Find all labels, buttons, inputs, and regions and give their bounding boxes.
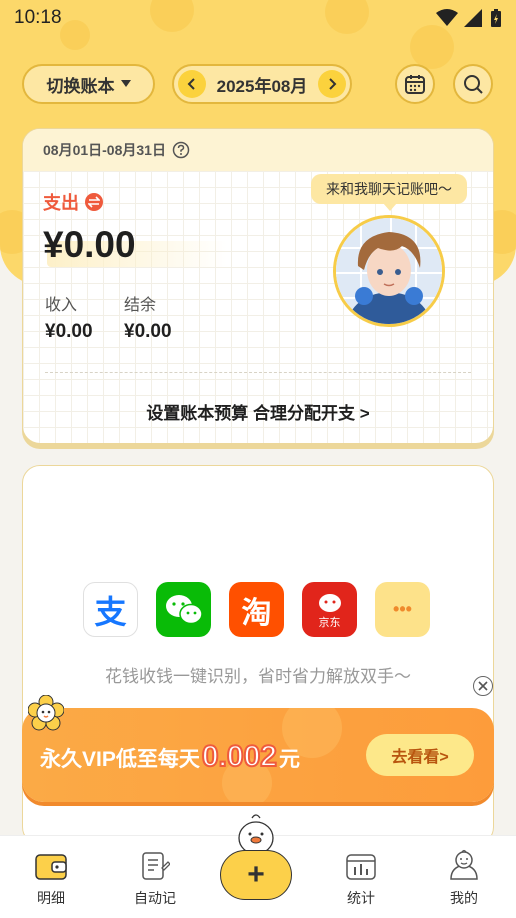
calendar-icon <box>405 75 425 94</box>
add-record-button[interactable]: + <box>220 850 292 900</box>
status-time: 10:18 <box>14 7 62 28</box>
card-divider <box>45 372 471 373</box>
status-bar: 10:18 <box>0 0 516 36</box>
tab-details[interactable]: 明细 <box>16 848 86 908</box>
month-selector: 2025年08月 <box>172 64 352 104</box>
tab-statistics[interactable]: 统计 <box>326 848 396 908</box>
search-icon <box>464 75 483 94</box>
calendar-button[interactable] <box>395 64 435 104</box>
tab-mine-label: 我的 <box>450 890 478 906</box>
duck-profile-icon <box>450 849 478 880</box>
balance-amount: ¥0.00 <box>124 321 172 342</box>
wallet-icon <box>35 854 67 880</box>
vip-prefix: 永久VIP低至每天 <box>40 748 200 771</box>
expense-amount: ¥0.00 <box>43 224 136 265</box>
income-amount: ¥0.00 <box>45 321 93 342</box>
month-label[interactable]: 2025年08月 <box>217 72 308 97</box>
import-description: 花钱收钱一键识别，省时省力解放双手～ <box>105 667 411 686</box>
expense-toggle[interactable]: 支出 <box>43 189 103 215</box>
swap-icon <box>85 193 103 211</box>
balance-label: 结余 <box>124 297 157 314</box>
chevron-left-icon <box>187 78 195 90</box>
vip-promo-banner[interactable]: 永久VIP低至每天 0.002 元 去看看> <box>22 708 494 802</box>
next-month-button[interactable] <box>317 70 346 98</box>
signal-icon <box>464 9 482 27</box>
tab-auto-record[interactable]: 自动记 <box>120 848 190 908</box>
vip-price: 0.002 <box>201 739 278 774</box>
expense-label: 支出 <box>43 193 79 213</box>
assistant-avatar[interactable] <box>333 215 445 327</box>
switch-book-button[interactable]: 切换账本 <box>22 64 155 104</box>
battery-icon <box>491 9 501 27</box>
jd-icon[interactable]: 京东 <box>302 582 357 637</box>
tab-details-label: 明细 <box>37 890 65 906</box>
flower-mascot-icon <box>28 695 64 731</box>
date-range: 08月01日-08月31日 <box>43 142 166 158</box>
search-button[interactable] <box>453 64 493 104</box>
wifi-icon <box>436 9 458 26</box>
chat-bubble[interactable]: 来和我聊天记账吧～ <box>311 174 467 211</box>
income-label: 收入 <box>45 297 78 314</box>
alipay-icon[interactable]: 支 <box>83 582 138 637</box>
month-summary-card: 08月01日-08月31日 支出 ¥0.00 收入 ¥0.00 结余 ¥0.00… <box>22 128 494 444</box>
app-icon-row: 支 淘 京东 ••• <box>83 582 430 637</box>
close-banner-button[interactable] <box>473 676 493 696</box>
prev-month-button[interactable] <box>178 70 206 98</box>
vip-promo-text: 永久VIP低至每天 0.002 元 <box>40 739 300 774</box>
taobao-icon[interactable]: 淘 <box>229 582 284 637</box>
tab-auto-record-label: 自动记 <box>134 890 176 906</box>
vip-go-button[interactable]: 去看看> <box>366 734 474 776</box>
date-range-band: 08月01日-08月31日 <box>23 129 493 171</box>
close-icon <box>478 681 488 691</box>
notebook-pen-icon <box>142 852 170 880</box>
budget-link[interactable]: 设置账本预算 合理分配开支 > <box>23 399 493 424</box>
character-avatar-icon <box>336 218 442 324</box>
top-toolbar: 切换账本 2025年08月 <box>22 64 494 106</box>
help-icon[interactable] <box>172 141 190 159</box>
tab-mine[interactable]: 我的 <box>429 848 499 908</box>
vip-unit: 元 <box>278 748 300 771</box>
more-apps-icon[interactable]: ••• <box>375 582 430 637</box>
tab-statistics-label: 统计 <box>347 890 375 906</box>
bar-chart-icon <box>346 854 376 880</box>
chevron-right-icon <box>329 78 337 90</box>
switch-book-label: 切换账本 <box>46 76 115 96</box>
caret-down-icon <box>120 80 131 87</box>
wechat-icon[interactable] <box>156 582 211 637</box>
